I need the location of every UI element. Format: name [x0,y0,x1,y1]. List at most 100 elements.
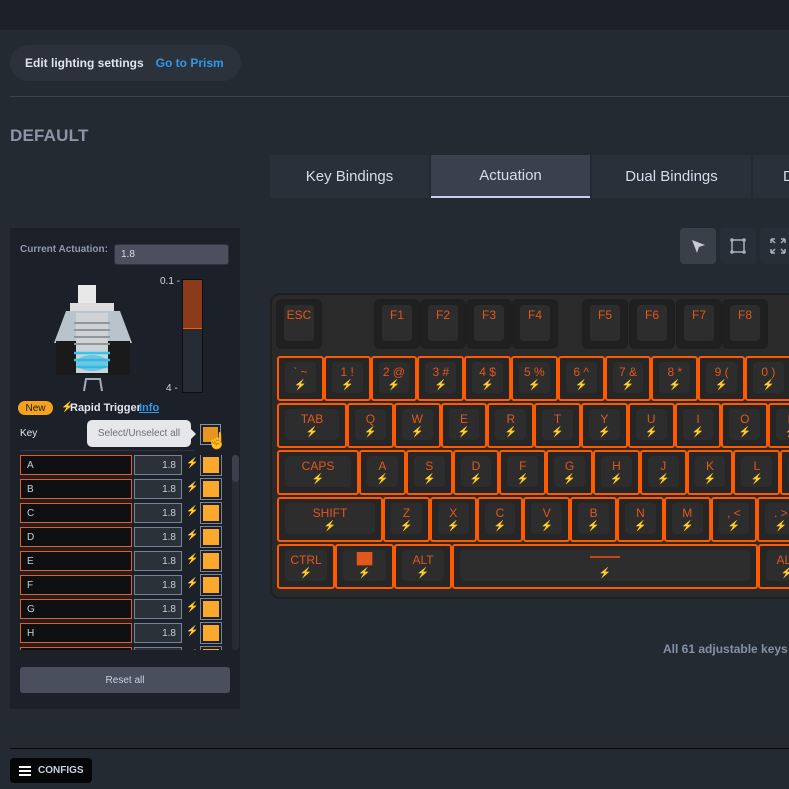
key-actuation-input[interactable]: 1.8 [134,623,182,643]
keyboard-key[interactable]: N ⚡ [617,497,664,542]
key-actuation-input[interactable]: 1.8 [134,479,182,499]
key-actuation-input[interactable]: 1.8 [134,551,182,571]
key-actuation-input[interactable]: 1.8 [134,599,182,619]
rectangle-select-button[interactable] [720,228,756,264]
keyboard-key[interactable]: S ⚡ [405,450,453,495]
keyboard-key[interactable]: K ⚡ [686,450,734,495]
keyboard-key[interactable]: SHIFT ⚡ [277,497,383,542]
scrollbar-thumb[interactable] [232,455,239,482]
keyboard-key[interactable]: . > ⚡ [757,497,789,542]
keyboard-key[interactable]: 5 % ⚡ [511,356,558,401]
key-actuation-input[interactable] [134,647,182,650]
key-select-checkbox[interactable] [200,574,222,596]
key-actuation-input[interactable]: 1.8 [134,503,182,523]
keyboard-key[interactable]: F1 [374,299,420,349]
keyboard-key[interactable]: C ⚡ [476,497,524,542]
keyboard-key[interactable]: H ⚡ [593,450,640,495]
keyboard-key[interactable]: F3 [466,299,512,349]
go-to-prism-link[interactable]: Go to Prism [156,56,224,70]
keyboard-key[interactable]: F8 [722,299,768,349]
key-select-checkbox[interactable] [200,550,222,572]
configs-button[interactable]: CONFIGS [10,758,92,783]
key-select-checkbox[interactable] [200,622,222,644]
key-list-scrollbar[interactable] [232,455,239,650]
keyboard-key[interactable]: G ⚡ [546,450,593,495]
keyboard-key[interactable]: J ⚡ [639,450,687,495]
keyboard-key[interactable]: 2 @ ⚡ [370,356,418,401]
key-name-field[interactable]: D [20,527,132,547]
key-label: 2 @ [382,365,406,379]
keyboard-key[interactable]: M ⚡ [663,497,711,542]
keyboard-key[interactable]: R ⚡ [487,403,535,448]
keyboard-key[interactable]: ALT⚡ [758,544,789,589]
keyboard-key[interactable]: CTRL ⚡ [277,544,335,589]
keyboard-key[interactable]: 0 ) ⚡ [745,356,789,401]
tab-overflow[interactable]: D [753,155,789,198]
keyboard-key[interactable]: ` ~ ⚡ [277,356,324,401]
keyboard-key[interactable]: I ⚡ [674,403,722,448]
keyboard-key[interactable]: 6 ^ ⚡ [557,356,605,401]
key-select-checkbox[interactable] [200,502,222,524]
keyboard-key[interactable]: X ⚡ [429,497,477,542]
keyboard-key[interactable]: ;⚡ [780,450,789,495]
keyboard-key[interactable]: O ⚡ [721,403,769,448]
actuation-gauge[interactable] [182,279,203,393]
keyboard-key[interactable]: CAPS ⚡ [277,450,359,495]
tab-key-bindings[interactable]: Key Bindings [270,155,429,198]
keyboard-key[interactable]: D ⚡ [452,450,500,495]
keyboard-key[interactable]: Y ⚡ [581,403,628,448]
keyboard-key[interactable]: 9 (⚡ [698,356,745,401]
keyboard-key[interactable]: Q ⚡ [347,403,394,448]
current-actuation-input[interactable]: 1.8 [114,244,229,265]
keyboard-key[interactable]: ██ ⚡ [335,544,394,589]
keyboard-key[interactable]: , < ⚡ [710,497,758,542]
keyboard-key[interactable]: F ⚡ [499,450,547,495]
keyboard-key[interactable]: 7 & ⚡ [604,356,652,401]
info-link[interactable]: Info [139,402,159,414]
keyboard-key[interactable]: F7 [676,299,722,349]
keyboard-key[interactable]: 1 ! ⚡ [323,356,371,401]
select-pointer-button[interactable] [680,228,716,264]
key-name-field[interactable]: F [20,575,132,595]
keyboard-key[interactable]: ALT⚡ [394,544,452,589]
keyboard-key[interactable]: U ⚡ [627,403,675,448]
keyboard-key[interactable]: Z ⚡ [383,497,430,542]
key-select-checkbox[interactable] [200,646,222,650]
keyboard-key[interactable]: F5 [582,299,628,349]
key-name-field[interactable]: E [20,551,132,571]
key-name-field[interactable]: B [20,479,132,499]
key-actuation-input[interactable]: 1.8 [134,575,182,595]
key-name-field[interactable]: A [20,455,132,475]
keyboard-key[interactable]: T ⚡ [534,403,581,448]
keyboard-key[interactable]: ESC [276,299,322,349]
key-name-field[interactable]: C [20,503,132,523]
key-select-checkbox[interactable] [200,478,222,500]
keyboard-key[interactable]: 4 $ ⚡ [464,356,511,401]
keyboard-key[interactable]: 3 # ⚡ [417,356,465,401]
expand-button[interactable] [760,228,789,264]
keyboard-key[interactable]: L ⚡ [733,450,781,495]
keyboard-key[interactable]: E ⚡ [440,403,488,448]
keyboard-key[interactable]: P⚡ [768,403,789,448]
key-name-field[interactable]: G [20,599,132,619]
keyboard-key[interactable]: F6 [629,299,675,349]
key-actuation-input[interactable]: 1.8 [134,455,182,475]
keyboard-key[interactable]: B ⚡ [570,497,617,542]
tab-dual-bindings[interactable]: Dual Bindings [592,155,751,198]
key-name-field[interactable]: H [20,623,132,643]
reset-all-button[interactable]: Reset all [20,667,230,693]
key-name-field[interactable] [20,647,132,650]
key-select-checkbox[interactable] [200,526,222,548]
keyboard-key[interactable]: W ⚡ [393,403,441,448]
keyboard-key[interactable]: V ⚡ [523,497,571,542]
key-select-checkbox[interactable] [200,598,222,620]
keyboard-key[interactable]: A ⚡ [359,450,406,495]
keyboard-key[interactable]: ⚡ [452,544,758,589]
keyboard-key[interactable]: 8 * ⚡ [651,356,699,401]
keyboard-key[interactable]: F2 [420,299,466,349]
key-actuation-input[interactable]: 1.8 [134,527,182,547]
tab-actuation[interactable]: Actuation [431,155,590,198]
keyboard-key[interactable]: F4 [512,299,558,349]
keyboard-key[interactable]: TAB ⚡ [277,403,347,448]
key-select-checkbox[interactable] [200,455,222,476]
